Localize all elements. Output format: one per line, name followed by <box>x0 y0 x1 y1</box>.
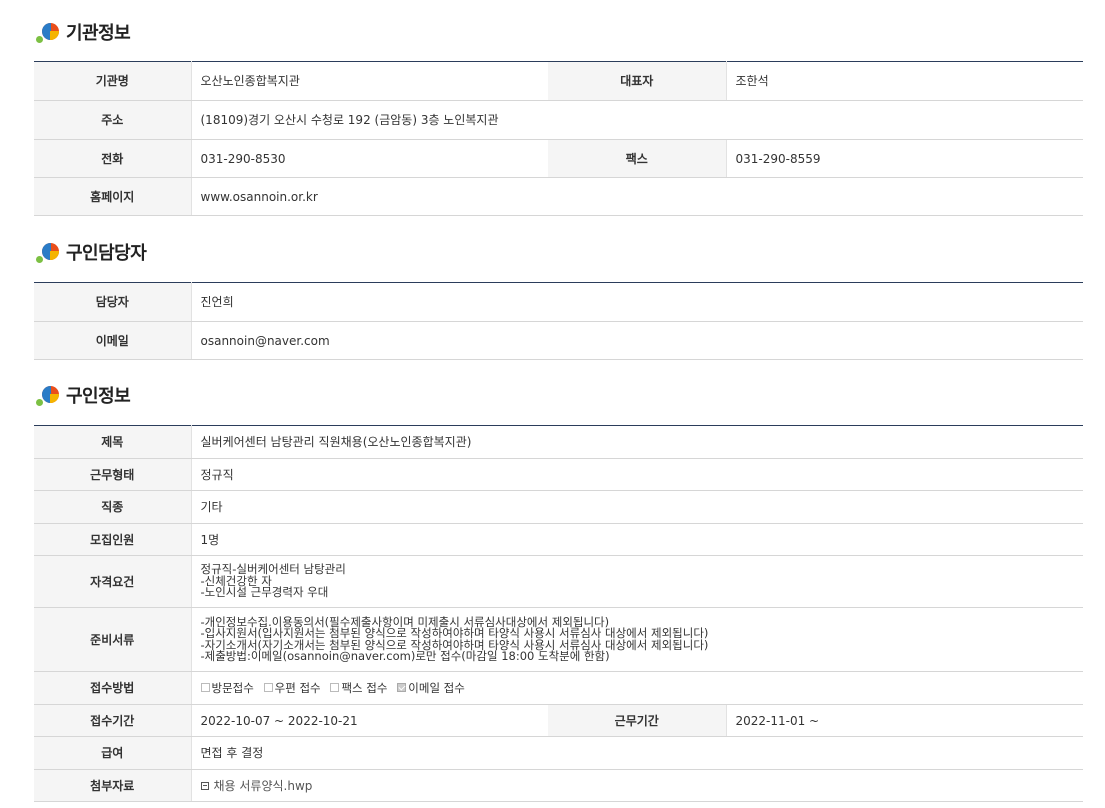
label-category: 직종 <box>34 490 192 524</box>
checkbox-checked-icon <box>397 683 407 693</box>
checkbox-icon <box>263 683 273 693</box>
apply-methods: 방문접수 우편 접수 팩스 접수 이메일 접수 <box>191 671 1083 705</box>
checkbox-fax[interactable]: 팩스 접수 <box>330 682 387 694</box>
contact-table: 담당자 진언희 이메일 osannoin@naver.com <box>34 282 1083 360</box>
checkbox-icon <box>200 683 210 693</box>
label-representative: 대표자 <box>548 61 727 101</box>
table-row: 홈페이지 www.osannoin.or.kr <box>34 177 1083 216</box>
attachment-link[interactable]: 채용 서류양식.hwp <box>214 779 313 793</box>
section-title-job: 구인정보 <box>36 381 131 409</box>
phone: 031-290-8530 <box>191 139 548 178</box>
label-qualifications: 자격요건 <box>34 555 192 608</box>
label-work-type: 근무형태 <box>34 458 192 491</box>
table-row: 급여 면접 후 결정 <box>34 736 1083 770</box>
work-period: 2022-11-01 ~ <box>726 704 1083 737</box>
label-attachment: 첨부자료 <box>34 769 192 802</box>
label-apply-period: 접수기간 <box>34 704 192 737</box>
attachment-cell: 채용 서류양식.hwp <box>191 769 1083 802</box>
table-row: 준비서류 -개인정보수집.이용동의서(필수제출사항이며 미제출시 서류심사대상에… <box>34 607 1083 672</box>
label-job-title: 제목 <box>34 425 192 459</box>
checkbox-visit[interactable]: 방문접수 <box>200 682 254 694</box>
salary: 면접 후 결정 <box>191 736 1083 770</box>
label-salary: 급여 <box>34 736 192 770</box>
qualification-line: 정규직-실버케어센터 남탕관리 <box>200 562 346 577</box>
agency-name: 오산노인종합복지관 <box>191 61 548 101</box>
qualification-line: -노인시설 근무경력자 우대 <box>200 585 329 600</box>
label-address: 주소 <box>34 100 192 140</box>
label-homepage: 홈페이지 <box>34 177 192 216</box>
label-documents: 준비서류 <box>34 607 192 672</box>
homepage-link[interactable]: www.osannoin.or.kr <box>191 177 1083 216</box>
table-row: 직종 기타 <box>34 490 1083 524</box>
section-title-agency: 기관정보 <box>36 18 131 46</box>
table-row: 자격요건 정규직-실버케어센터 남탕관리 -신체건강한 자 -노인시설 근무경력… <box>34 555 1083 608</box>
label-agency-name: 기관명 <box>34 61 192 101</box>
label-phone: 전화 <box>34 139 192 178</box>
section-bullet-icon <box>36 383 60 407</box>
label-headcount: 모집인원 <box>34 523 192 556</box>
label-contact-person: 담당자 <box>34 282 192 322</box>
fax: 031-290-8559 <box>726 139 1083 178</box>
label-fax: 팩스 <box>548 139 727 178</box>
address: (18109)경기 오산시 수청로 192 (금암동) 3층 노인복지관 <box>191 100 1083 140</box>
qualifications: 정규직-실버케어센터 남탕관리 -신체건강한 자 -노인시설 근무경력자 우대 <box>191 555 1083 608</box>
table-row: 전화 031-290-8530 팩스 031-290-8559 <box>34 139 1083 178</box>
label-email: 이메일 <box>34 321 192 360</box>
checkbox-icon <box>330 683 340 693</box>
checkbox-mail[interactable]: 우편 접수 <box>263 682 321 694</box>
table-row: 모집인원 1명 <box>34 523 1083 556</box>
section-bullet-icon <box>36 240 60 264</box>
checkbox-email[interactable]: 이메일 접수 <box>397 682 465 694</box>
table-row: 첨부자료 채용 서류양식.hwp <box>34 769 1083 802</box>
contact-person: 진언희 <box>191 282 1083 322</box>
category: 기타 <box>191 490 1083 524</box>
job-title: 실버케어센터 남탕관리 직원채용(오산노인종합복지관) <box>191 425 1083 459</box>
qualification-line: -신체건강한 자 <box>200 573 272 588</box>
table-row: 근무형태 정규직 <box>34 458 1083 491</box>
label-work-period: 근무기간 <box>548 704 727 737</box>
label-apply-method: 접수방법 <box>34 671 192 705</box>
work-type: 정규직 <box>191 458 1083 491</box>
email: osannoin@naver.com <box>191 321 1083 360</box>
headcount: 1명 <box>191 523 1083 556</box>
table-row: 기관명 오산노인종합복지관 대표자 조한석 <box>34 61 1083 101</box>
section-title-contact: 구인담당자 <box>36 238 147 266</box>
representative: 조한석 <box>726 61 1083 101</box>
table-row: 접수기간 2022-10-07 ~ 2022-10-21 근무기간 2022-1… <box>34 704 1083 737</box>
table-row: 주소 (18109)경기 오산시 수청로 192 (금암동) 3층 노인복지관 <box>34 100 1083 140</box>
table-row: 접수방법 방문접수 우편 접수 팩스 접수 이메일 접수 <box>34 671 1083 705</box>
documents: -개인정보수집.이용동의서(필수제출사항이며 미제출시 서류심사대상에서 제외됩… <box>191 607 1083 672</box>
attachment-icon <box>200 782 209 790</box>
document-line: -제출방법:이메일(osannoin@naver.com)로만 접수(마감일 1… <box>200 649 610 663</box>
table-row: 이메일 osannoin@naver.com <box>34 321 1083 360</box>
section-bullet-icon <box>36 20 60 44</box>
agency-table: 기관명 오산노인종합복지관 대표자 조한석 주소 (18109)경기 오산시 수… <box>34 61 1083 216</box>
apply-period: 2022-10-07 ~ 2022-10-21 <box>191 704 548 737</box>
table-row: 담당자 진언희 <box>34 282 1083 322</box>
job-table: 제목 실버케어센터 남탕관리 직원채용(오산노인종합복지관) 근무형태 정규직 … <box>34 425 1083 802</box>
table-row: 제목 실버케어센터 남탕관리 직원채용(오산노인종합복지관) <box>34 425 1083 459</box>
